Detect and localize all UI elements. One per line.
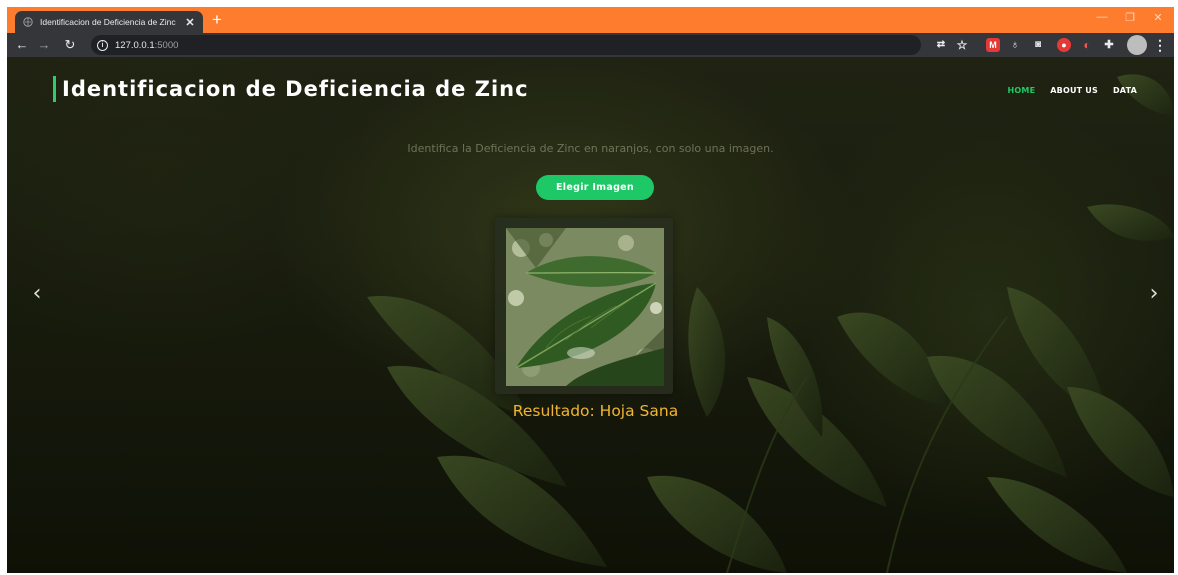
tab-strip: Identificacion de Deficiencia de Zinc ✕ …: [7, 7, 1174, 33]
url-text: 127.0.0.1:5000: [115, 40, 178, 51]
star-icon[interactable]: ☆: [955, 38, 969, 52]
nav-home[interactable]: HOME: [1008, 86, 1036, 95]
carousel-prev-icon[interactable]: ‹: [25, 282, 49, 306]
menu-icon[interactable]: ⋮: [1153, 36, 1167, 54]
camera-icon[interactable]: ◙: [1031, 38, 1045, 52]
forward-icon[interactable]: →: [35, 36, 53, 54]
profile-icon[interactable]: [1127, 35, 1147, 55]
window-close-icon[interactable]: ✕: [1147, 11, 1169, 24]
address-bar: ← → ↻ i 127.0.0.1:5000 ⇄ ☆ M ♁ ◙ ● ◐ ✚ ⋮: [7, 33, 1174, 57]
brand-accent-bar: [53, 76, 56, 102]
leaf-preview-image: [506, 228, 664, 386]
color-extension-icon[interactable]: ◐: [1080, 38, 1094, 52]
puzzle-icon[interactable]: ✚: [1102, 38, 1116, 52]
lightbulb-icon[interactable]: ♁: [1008, 38, 1022, 52]
nav-data[interactable]: DATA: [1113, 86, 1137, 95]
url-field[interactable]: i 127.0.0.1:5000: [91, 35, 921, 55]
minimize-icon[interactable]: —: [1091, 11, 1113, 23]
site-brand[interactable]: Identificacion de Deficiencia de Zinc: [53, 76, 529, 102]
extension-icon[interactable]: M: [986, 38, 1000, 52]
translate-icon[interactable]: ⇄: [934, 38, 948, 52]
site-title: Identificacion de Deficiencia de Zinc: [62, 77, 529, 101]
browser-window: Identificacion de Deficiencia de Zinc ✕ …: [7, 7, 1174, 573]
new-tab-button[interactable]: +: [207, 10, 227, 30]
url-host: 127.0.0.1: [115, 39, 155, 51]
carousel-next-icon[interactable]: ›: [1142, 282, 1166, 306]
page-content: Identificacion de Deficiencia de Zinc HO…: [7, 57, 1174, 573]
nav-about-us[interactable]: ABOUT US: [1050, 86, 1098, 95]
url-port: :5000: [154, 39, 179, 51]
main-nav: HOME ABOUT US DATA: [1008, 86, 1137, 95]
globe-icon: [23, 17, 33, 27]
reload-icon[interactable]: ↻: [61, 36, 79, 54]
result-text: Resultado: Hoja Sana: [512, 402, 679, 420]
restore-icon[interactable]: ❐: [1119, 11, 1141, 24]
tab-close-icon[interactable]: ✕: [183, 16, 197, 29]
info-icon[interactable]: i: [97, 39, 108, 51]
hero-subtitle: Identifica la Deficiencia de Zinc en nar…: [407, 142, 774, 155]
stop-extension-icon[interactable]: ●: [1057, 38, 1071, 52]
browser-tab[interactable]: Identificacion de Deficiencia de Zinc ✕: [15, 11, 203, 33]
image-preview-card: [495, 218, 673, 394]
back-icon[interactable]: ←: [13, 36, 31, 54]
choose-image-button[interactable]: Elegir Imagen: [536, 175, 654, 200]
tab-title: Identificacion de Deficiencia de Zinc: [40, 17, 176, 27]
